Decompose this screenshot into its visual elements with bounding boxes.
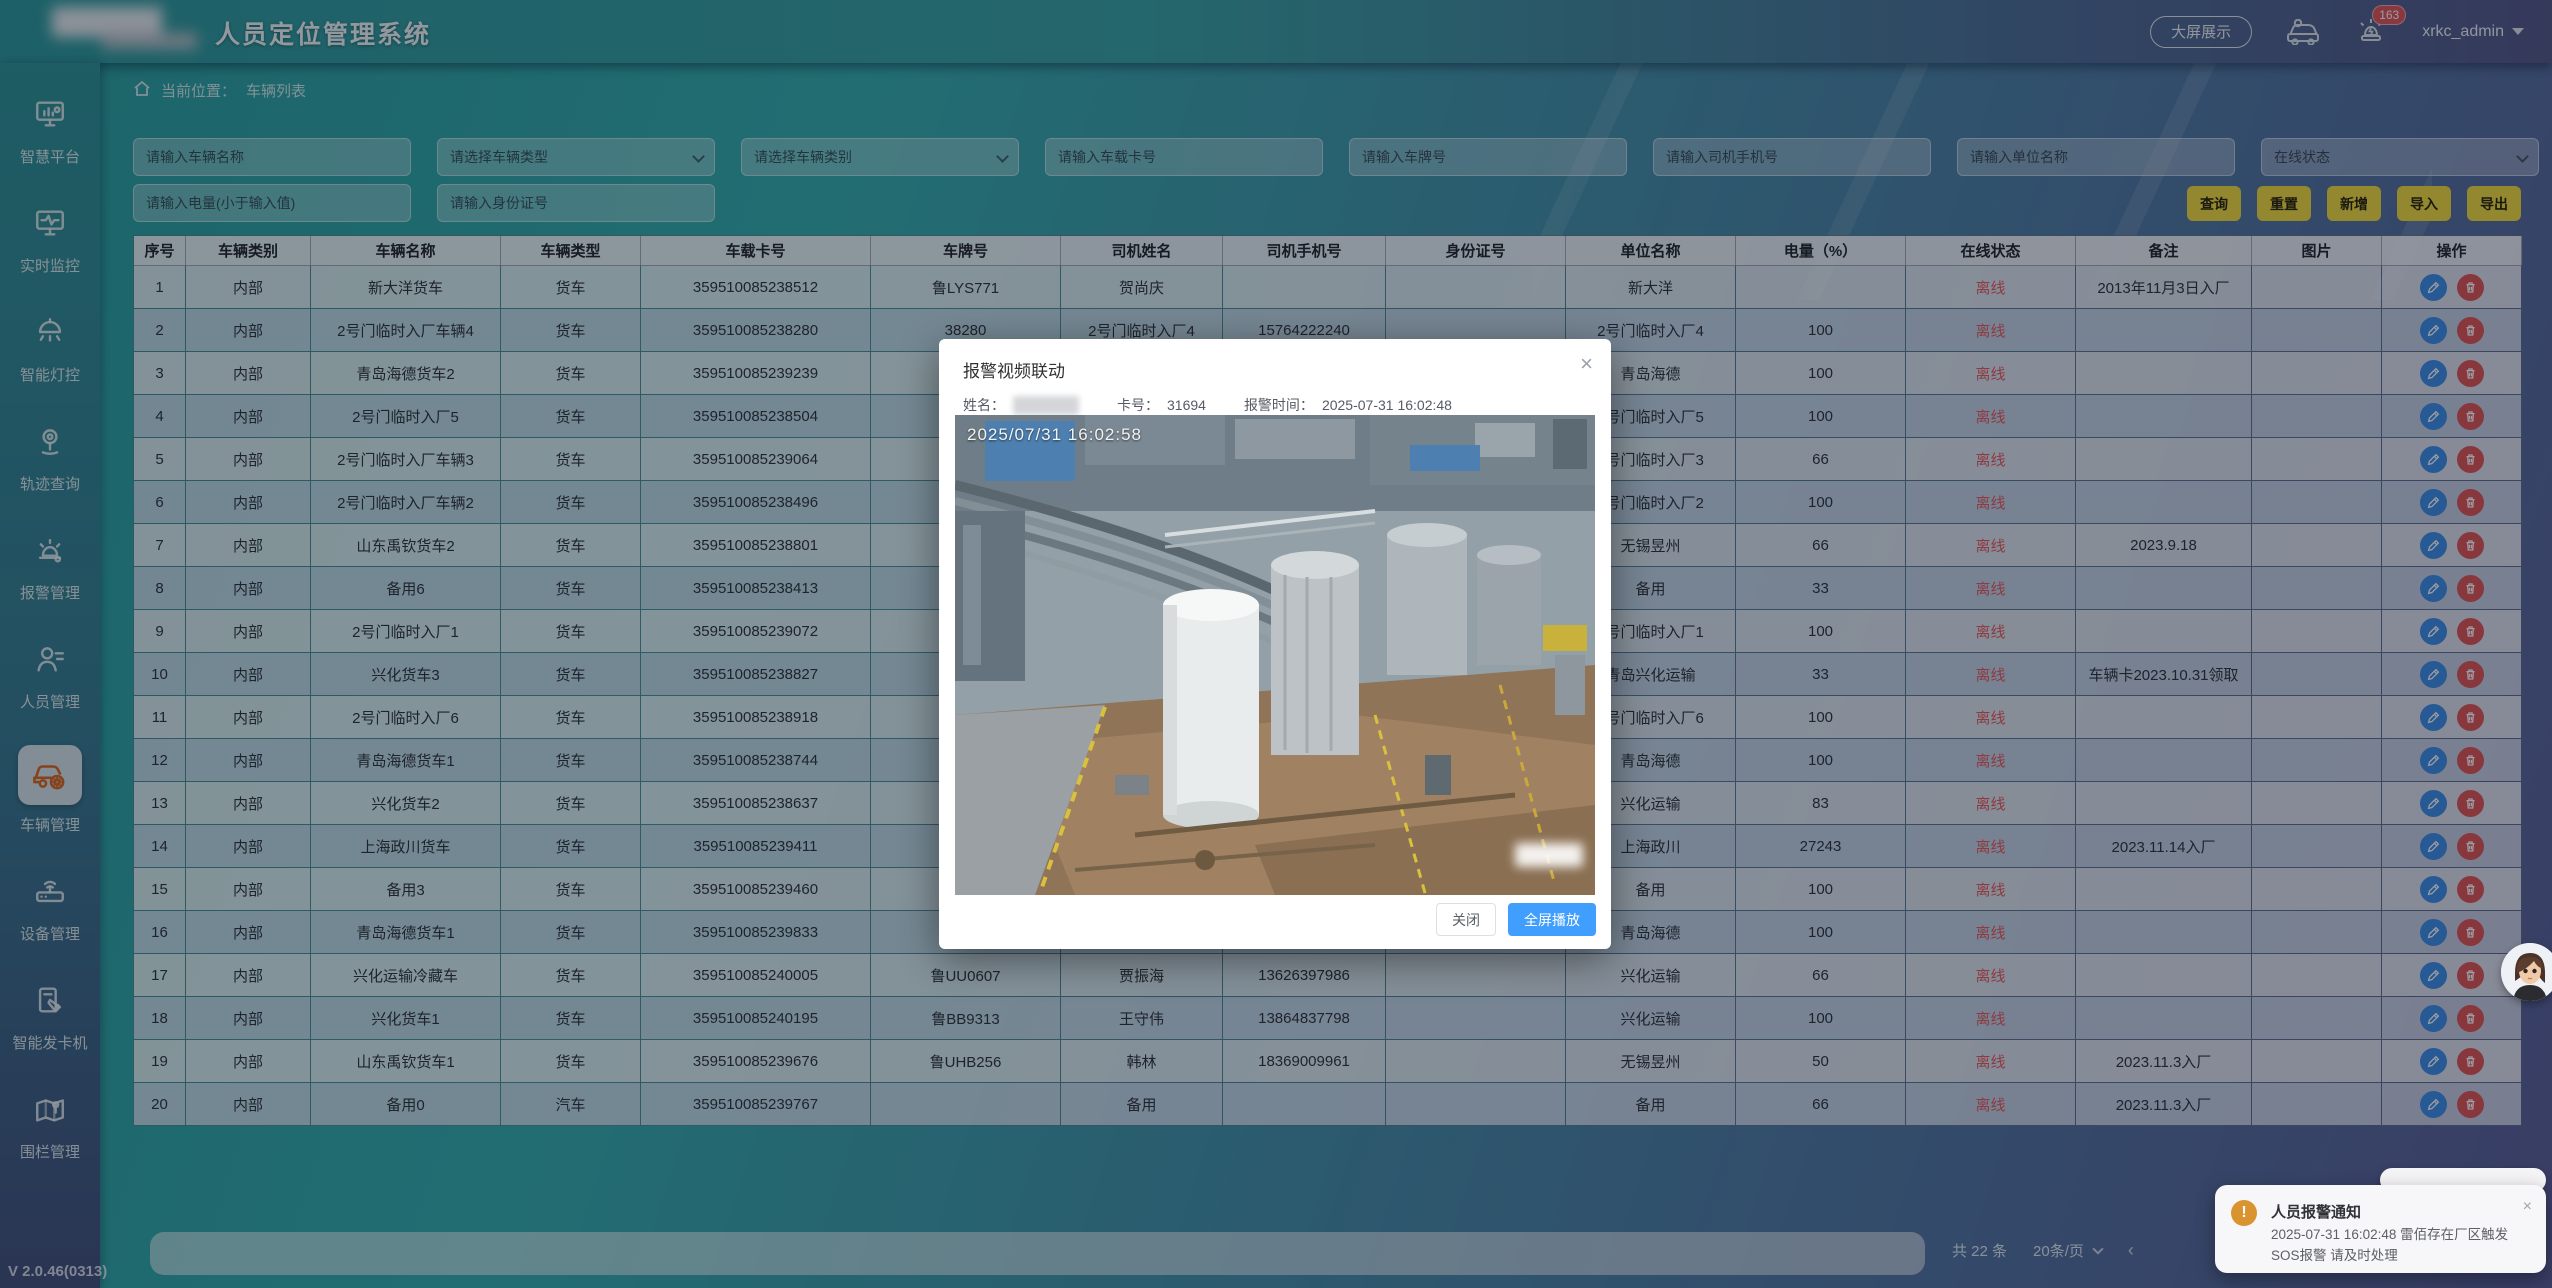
assistant-avatar[interactable] [2501, 943, 2552, 1001]
video-watermark-blurred [1515, 843, 1583, 867]
person-name-blurred [1013, 396, 1079, 415]
dialog-footer: 关闭 全屏播放 [1436, 903, 1596, 936]
name-label: 姓名： [963, 395, 1005, 415]
card-label: 卡号： [1117, 395, 1159, 415]
alarm-time-label: 报警时间： [1244, 395, 1314, 415]
toast-title: 人员报警通知 [2271, 1201, 2361, 1222]
cctv-plant-scene [955, 415, 1595, 895]
toast-message: 2025-07-31 16:02:48 雷佰存在厂区触发 SOS报警 请及时处理 [2271, 1225, 2521, 1267]
alarm-time: 2025-07-31 16:02:48 [1322, 397, 1452, 413]
alarm-video-frame[interactable]: 2025/07/31 16:02:58 [955, 415, 1595, 895]
fullscreen-play-button[interactable]: 全屏播放 [1508, 903, 1596, 936]
notification-toast: ! 人员报警通知 × 2025-07-31 16:02:48 雷佰存在厂区触发 … [2215, 1185, 2546, 1273]
alarm-info-line: 姓名： 卡号： 31694 报警时间： 2025-07-31 16:02:48 [963, 395, 1452, 415]
card-number: 31694 [1167, 397, 1206, 413]
warning-icon: ! [2231, 1200, 2257, 1226]
video-timestamp: 2025/07/31 16:02:58 [967, 425, 1142, 445]
close-icon[interactable]: × [1580, 353, 1593, 375]
dialog-title: 报警视频联动 [963, 357, 1065, 382]
close-icon[interactable]: × [2523, 1199, 2532, 1215]
alarm-video-dialog: 报警视频联动 × 姓名： 卡号： 31694 报警时间： 2025-07-31 … [939, 339, 1611, 949]
app-root: 人员定位管理系统 大屏展示 163 xrkc_admin [0, 0, 2552, 1288]
close-button[interactable]: 关闭 [1436, 903, 1496, 936]
